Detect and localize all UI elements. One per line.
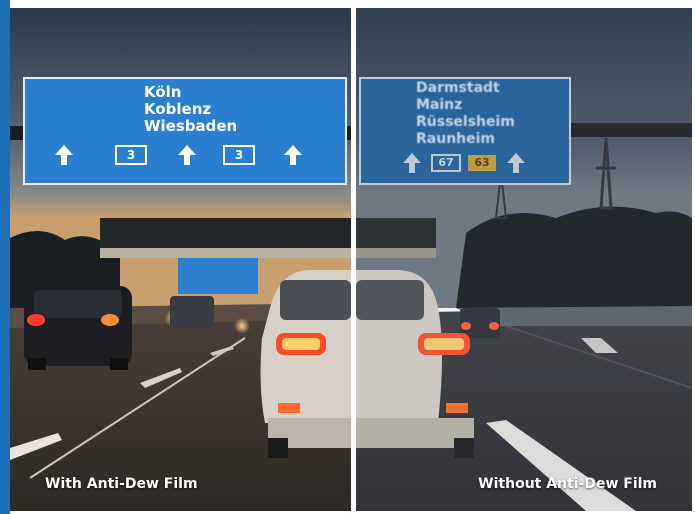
distant-car: [170, 296, 214, 328]
left-panel-clear-view: Köln Koblenz Wiesbaden 3 3: [10, 8, 351, 511]
black-car-left: [24, 286, 132, 370]
caption-with-film: With Anti-Dew Film: [45, 476, 198, 492]
right-panel-fogged-view: Darmstadt Mainz Rüsselsheim Raunheim 67 …: [356, 8, 692, 511]
route-number: 63: [474, 156, 490, 169]
sign-destination: Mainz: [416, 97, 463, 113]
accent-bar: [0, 0, 10, 514]
sign-destinations-right: Darmstadt Mainz Rüsselsheim Raunheim: [416, 80, 515, 148]
route-number: 67: [438, 156, 454, 169]
small-sign: [178, 258, 258, 294]
white-car-left-half: [260, 270, 351, 458]
sign-destination: Rüsselsheim: [416, 114, 515, 130]
sign-destination: Raunheim: [416, 131, 496, 147]
sign-destination: Wiesbaden: [144, 117, 238, 135]
sign-destination: Koblenz: [144, 100, 212, 118]
right-scene: [356, 8, 692, 511]
route-number: 3: [126, 148, 136, 162]
sign-destination: Köln: [144, 83, 182, 101]
route-number: 3: [234, 148, 244, 162]
comparison-image: Köln Koblenz Wiesbaden 3 3 Darmstadt Mai…: [0, 0, 695, 514]
sign-destinations-left: Köln Koblenz Wiesbaden: [144, 84, 237, 135]
sign-destination: Darmstadt: [416, 80, 500, 96]
caption-without-film: Without Anti-Dew Film: [478, 476, 657, 492]
